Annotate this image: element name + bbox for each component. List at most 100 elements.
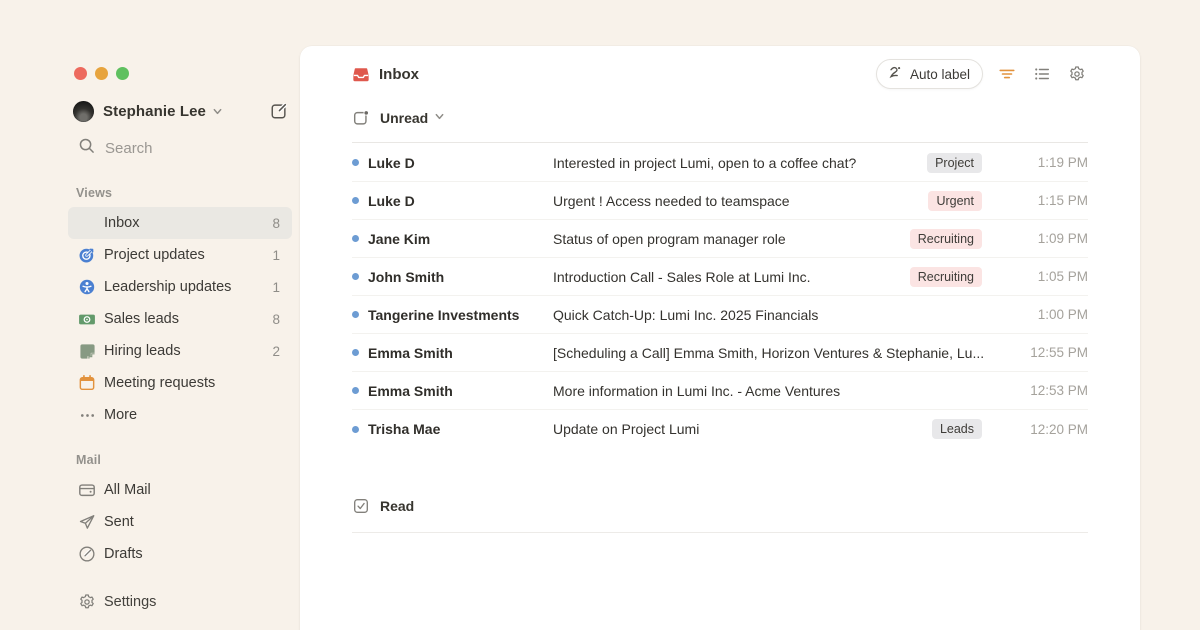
sidebar-item-label: Sent bbox=[104, 514, 134, 530]
email-tag-badge: Recruiting bbox=[910, 229, 982, 249]
sidebar-item-sales-leads[interactable]: Sales leads 8 bbox=[68, 303, 292, 335]
read-group-label: Read bbox=[380, 498, 414, 514]
inbox-header: Inbox Auto label bbox=[352, 46, 1088, 102]
target-icon bbox=[78, 246, 96, 264]
sidebar-item-all-mail[interactable]: All Mail bbox=[68, 474, 292, 506]
sidebar-item-more[interactable]: More bbox=[68, 399, 292, 431]
window-controls bbox=[74, 67, 292, 80]
email-row[interactable]: Emma Smith More information in Lumi Inc.… bbox=[352, 372, 1088, 410]
email-subject: Urgent ! Access needed to teamspace bbox=[553, 193, 928, 209]
email-time: 1:15 PM bbox=[998, 193, 1088, 208]
auto-label-text: Auto label bbox=[910, 67, 970, 82]
unread-group-label: Unread bbox=[380, 110, 428, 126]
sidebar-item-hiring-leads[interactable]: Hiring leads 2 bbox=[68, 335, 292, 367]
email-subject: Interested in project Lumi, open to a co… bbox=[553, 155, 927, 171]
email-sender: Emma Smith bbox=[368, 383, 553, 399]
unread-dot bbox=[352, 311, 359, 318]
email-time: 12:20 PM bbox=[998, 422, 1088, 437]
email-row[interactable]: John Smith Introduction Call - Sales Rol… bbox=[352, 258, 1088, 296]
email-sender: Trisha Mae bbox=[368, 421, 553, 437]
email-sender: Tangerine Investments bbox=[368, 307, 553, 323]
page-title: Inbox bbox=[379, 66, 419, 83]
inbox-tray-icon bbox=[352, 65, 370, 83]
search-button[interactable]: Search bbox=[68, 133, 292, 163]
chevron-down-icon bbox=[434, 109, 445, 127]
views-section-label: Views bbox=[76, 186, 292, 200]
mailbox-icon bbox=[78, 481, 96, 499]
sidebar-item-label: More bbox=[104, 407, 137, 423]
calendar-icon bbox=[78, 374, 96, 392]
email-subject: More information in Lumi Inc. - Acme Ven… bbox=[553, 383, 998, 399]
email-sender: Jane Kim bbox=[368, 231, 553, 247]
search-label: Search bbox=[105, 140, 153, 157]
sidebar-item-project-updates[interactable]: Project updates 1 bbox=[68, 239, 292, 271]
email-tag-badge: Urgent bbox=[928, 191, 982, 211]
window-close-button[interactable] bbox=[74, 67, 87, 80]
account-switcher[interactable]: Stephanie Lee bbox=[68, 95, 292, 127]
email-row[interactable]: Luke D Urgent ! Access needed to teamspa… bbox=[352, 182, 1088, 220]
sidebar-item-settings[interactable]: Settings bbox=[68, 586, 292, 618]
sidebar-item-inbox[interactable]: Inbox 8 bbox=[68, 207, 292, 239]
unread-dot bbox=[352, 273, 359, 280]
email-row[interactable]: Trisha Mae Update on Project Lumi Leads … bbox=[352, 410, 1088, 448]
unread-dot bbox=[352, 426, 359, 433]
unread-group-header[interactable]: Unread bbox=[352, 104, 1088, 132]
note-icon bbox=[78, 342, 96, 360]
sidebar-item-label: Sales leads bbox=[104, 311, 179, 327]
gear-icon[interactable] bbox=[1066, 63, 1088, 85]
ellipsis-icon bbox=[78, 406, 96, 424]
compose-icon[interactable] bbox=[266, 98, 292, 124]
sidebar-item-label: All Mail bbox=[104, 482, 151, 498]
inbox-tray-icon bbox=[78, 214, 96, 232]
sidebar-item-label: Meeting requests bbox=[104, 375, 215, 391]
draft-icon bbox=[78, 545, 96, 563]
email-tag-badge: Leads bbox=[932, 419, 982, 439]
sidebar: Stephanie Lee Search Views Inbox 8 Proje… bbox=[0, 0, 300, 630]
filter-icon[interactable] bbox=[996, 63, 1018, 85]
sidebar-item-label: Inbox bbox=[104, 215, 139, 231]
sidebar-item-label: Drafts bbox=[104, 546, 143, 562]
gear-icon bbox=[78, 593, 96, 611]
window-zoom-button[interactable] bbox=[116, 67, 129, 80]
auto-label-button[interactable]: Auto label bbox=[876, 59, 983, 89]
email-time: 1:09 PM bbox=[998, 231, 1088, 246]
email-subject: Quick Catch-Up: Lumi Inc. 2025 Financial… bbox=[553, 307, 998, 323]
send-icon bbox=[78, 513, 96, 531]
email-sender: John Smith bbox=[368, 269, 553, 285]
sidebar-item-leadership-updates[interactable]: Leadership updates 1 bbox=[68, 271, 292, 303]
settings-label: Settings bbox=[104, 594, 156, 610]
auto-label-icon bbox=[887, 64, 903, 85]
email-subject: Update on Project Lumi bbox=[553, 421, 932, 437]
email-sender: Emma Smith bbox=[368, 345, 553, 361]
chevron-down-icon bbox=[212, 106, 223, 117]
sidebar-item-meeting-requests[interactable]: Meeting requests bbox=[68, 367, 292, 399]
email-row[interactable]: Tangerine Investments Quick Catch-Up: Lu… bbox=[352, 296, 1088, 334]
sidebar-item-label: Project updates bbox=[104, 247, 205, 263]
mail-section-label: Mail bbox=[76, 453, 292, 467]
email-subject: [Scheduling a Call] Emma Smith, Horizon … bbox=[553, 345, 998, 361]
email-tag-badge: Project bbox=[927, 153, 982, 173]
email-row[interactable]: Emma Smith [Scheduling a Call] Emma Smit… bbox=[352, 334, 1088, 372]
window-minimize-button[interactable] bbox=[95, 67, 108, 80]
banknote-icon bbox=[78, 310, 96, 328]
email-row[interactable]: Jane Kim Status of open program manager … bbox=[352, 220, 1088, 258]
item-count: 8 bbox=[272, 312, 280, 327]
unread-dot bbox=[352, 235, 359, 242]
email-tag-badge: Recruiting bbox=[910, 267, 982, 287]
read-group-header[interactable]: Read bbox=[352, 492, 1088, 520]
email-subject: Status of open program manager role bbox=[553, 231, 910, 247]
email-time: 1:19 PM bbox=[998, 155, 1088, 170]
list-icon[interactable] bbox=[1031, 63, 1053, 85]
divider bbox=[352, 142, 1088, 143]
email-sender: Luke D bbox=[368, 155, 553, 171]
sidebar-item-drafts[interactable]: Drafts bbox=[68, 538, 292, 570]
sidebar-item-sent[interactable]: Sent bbox=[68, 506, 292, 538]
item-count: 2 bbox=[272, 344, 280, 359]
email-list: Luke D Interested in project Lumi, open … bbox=[352, 144, 1088, 448]
unread-dot bbox=[352, 197, 359, 204]
email-time: 1:05 PM bbox=[998, 269, 1088, 284]
email-row[interactable]: Luke D Interested in project Lumi, open … bbox=[352, 144, 1088, 182]
item-count: 8 bbox=[272, 216, 280, 231]
email-subject: Introduction Call - Sales Role at Lumi I… bbox=[553, 269, 910, 285]
divider bbox=[352, 532, 1088, 533]
